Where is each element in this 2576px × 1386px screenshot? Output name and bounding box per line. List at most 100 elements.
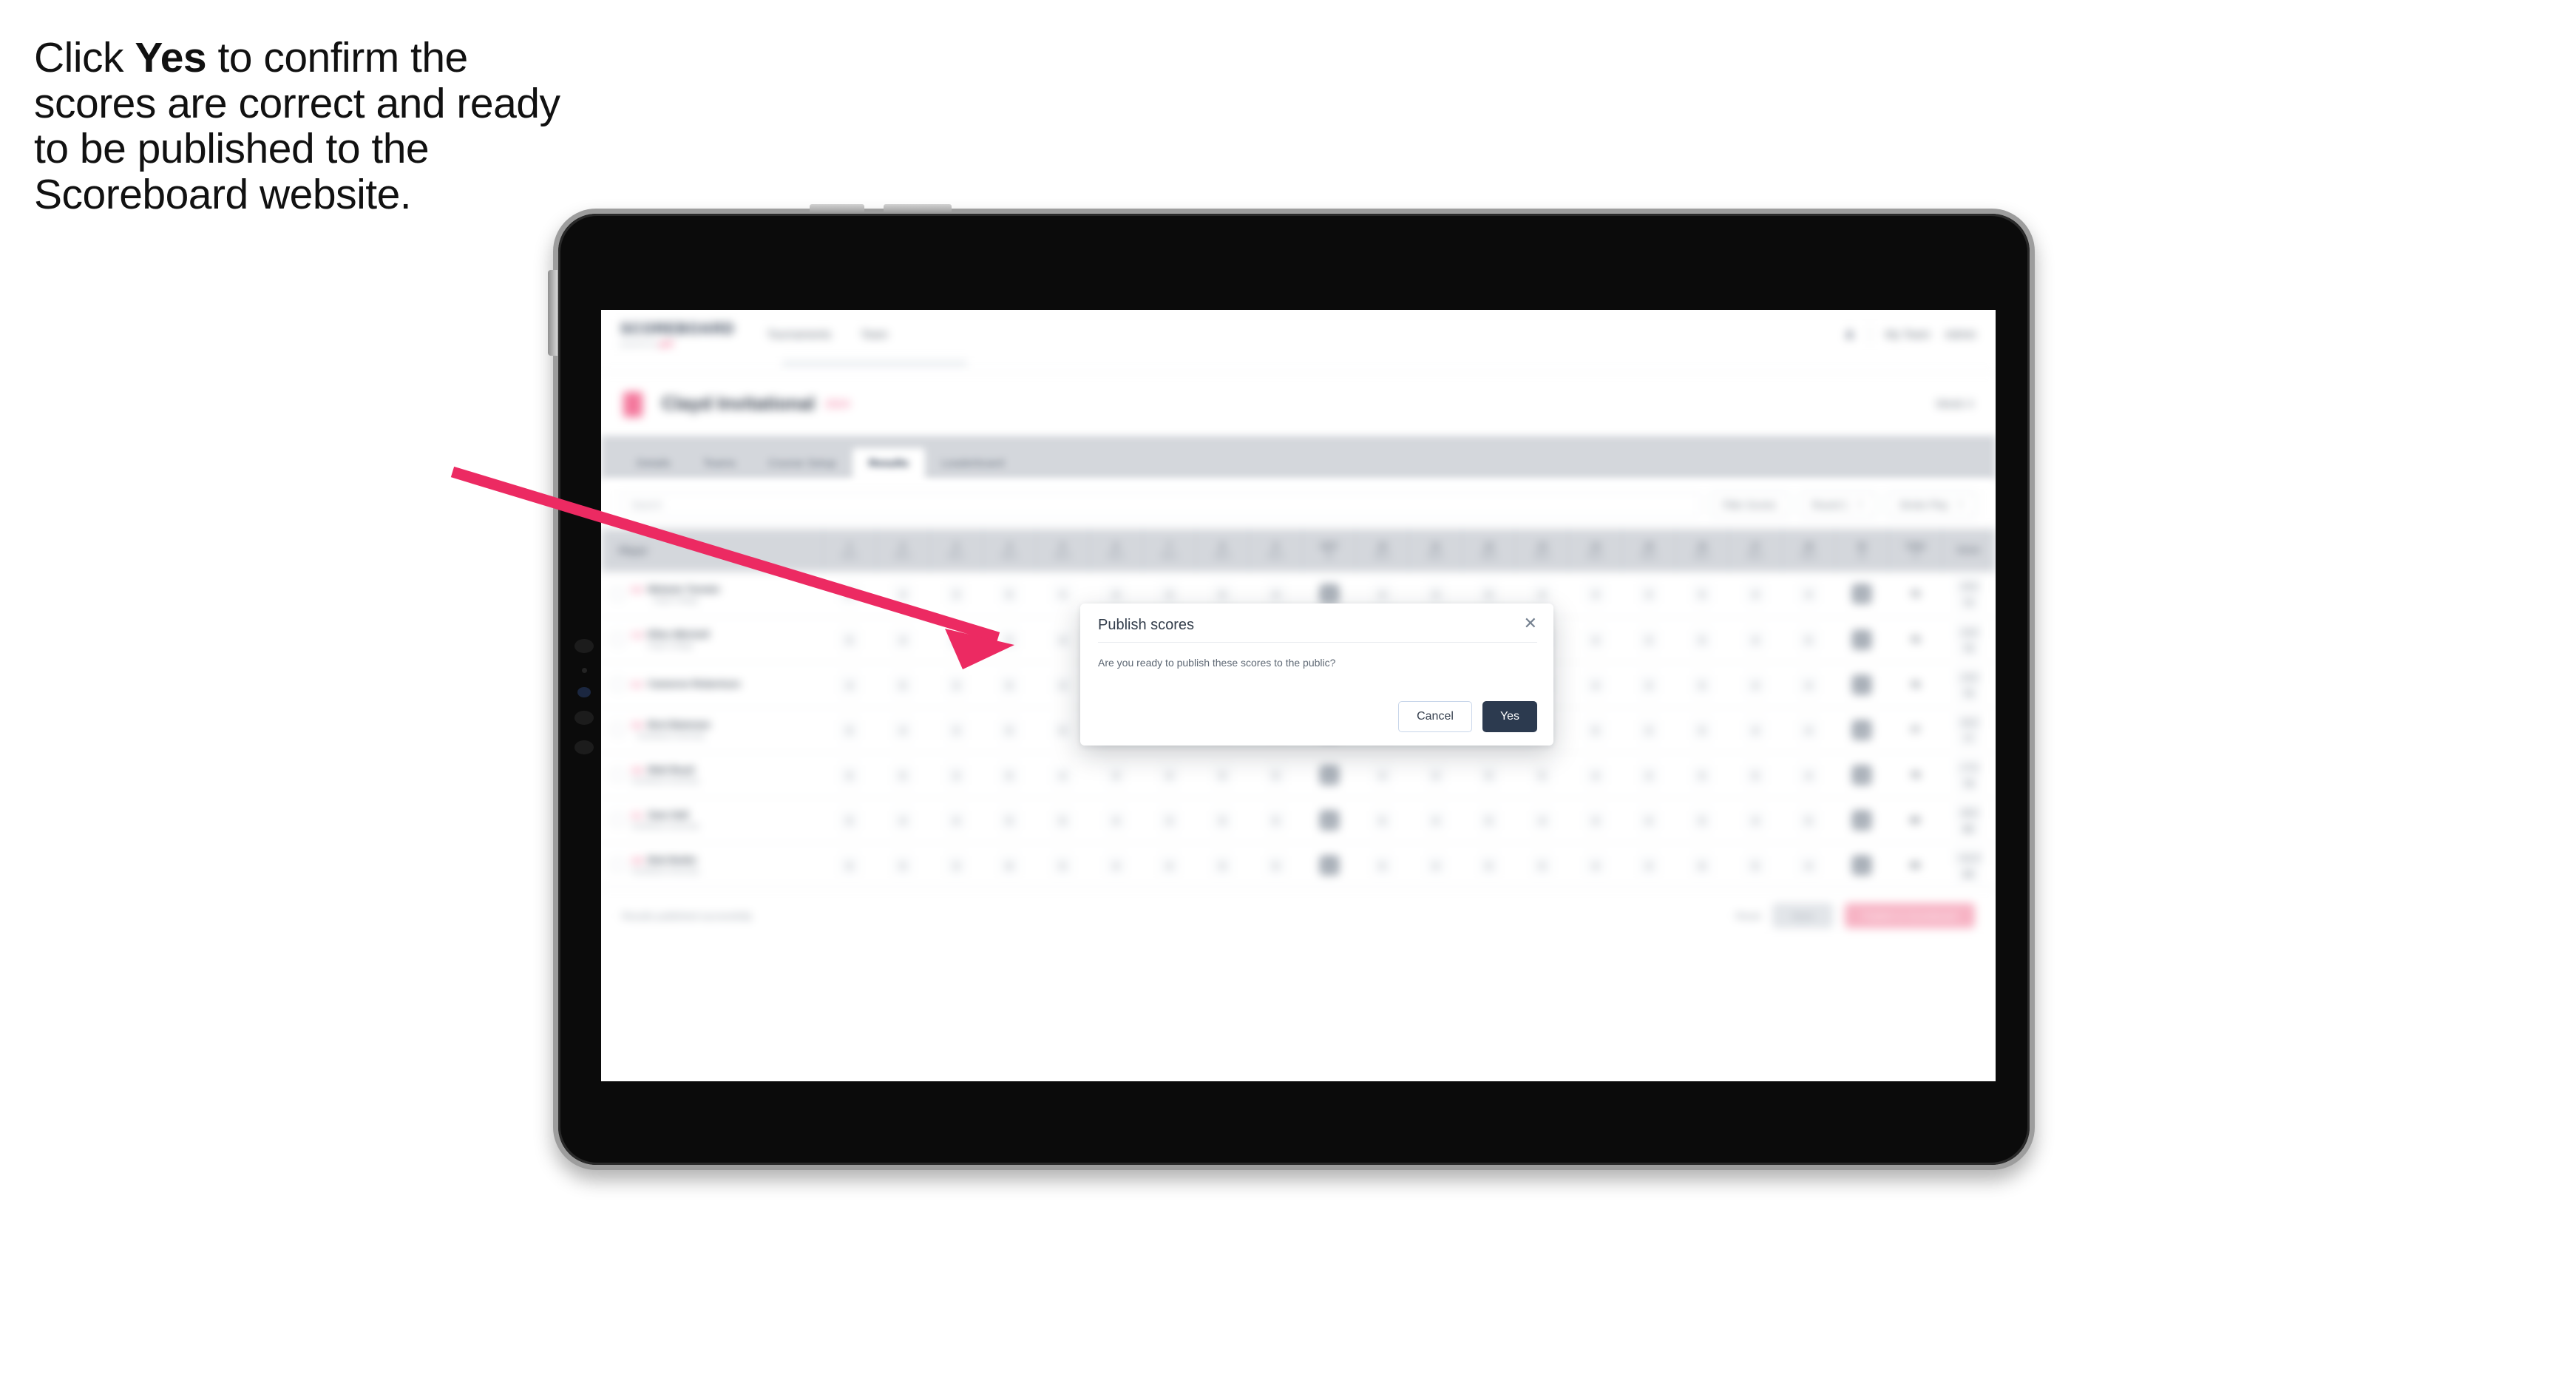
- score-cell-hole-7[interactable]: 4: [1142, 842, 1196, 888]
- row-checkbox[interactable]: [611, 859, 624, 871]
- score-cell-hole-17[interactable]: 4: [1729, 797, 1783, 843]
- score-cell-hole-6[interactable]: 4: [1089, 752, 1143, 798]
- score-cell-hole-3[interactable]: 4: [929, 797, 983, 843]
- row-checkbox[interactable]: [611, 678, 624, 691]
- score-cell-hole-17[interactable]: 4: [1729, 662, 1783, 708]
- power-button[interactable]: [548, 270, 557, 356]
- score-cell-hole-14[interactable]: 4: [1568, 662, 1622, 708]
- column-header-total[interactable]: Total 72: [1888, 529, 1942, 572]
- score-cell-hole-7[interactable]: 3: [1142, 797, 1196, 843]
- score-cell-hole-17[interactable]: 5: [1729, 842, 1783, 888]
- column-header-hole-18[interactable]: 18 Par 4: [1782, 529, 1836, 572]
- score-cell-hole-3[interactable]: 3: [929, 842, 983, 888]
- score-cell-hole-15[interactable]: 3: [1621, 842, 1675, 888]
- reset-link[interactable]: Reset: [1735, 910, 1760, 922]
- score-cell-hole-1[interactable]: 5: [823, 752, 877, 798]
- score-cell-hole-5[interactable]: 4: [1036, 752, 1090, 798]
- column-header-hole-16[interactable]: 16 Par 5: [1675, 529, 1729, 572]
- score-cell-hole-16[interactable]: 6: [1675, 842, 1729, 888]
- score-cell-in[interactable]: 39: [1835, 752, 1889, 798]
- score-cell-hole-11[interactable]: 4: [1409, 842, 1462, 888]
- score-cell-hole-13[interactable]: 5: [1515, 752, 1569, 798]
- score-cell-hole-18[interactable]: 4: [1782, 662, 1836, 708]
- score-cell-hole-6[interactable]: 4: [1089, 842, 1143, 888]
- tab-results[interactable]: Results: [852, 448, 925, 480]
- column-header-hole-9[interactable]: 9 Par 4: [1249, 529, 1304, 572]
- column-header-score[interactable]: Score: [1942, 529, 1996, 572]
- tab-teams[interactable]: Teams: [687, 448, 752, 480]
- bell-icon[interactable]: ♟: [1845, 327, 1855, 342]
- score-cell-hole-13[interactable]: 4: [1515, 797, 1569, 843]
- column-header-hole-4[interactable]: 4 Par 5: [983, 529, 1037, 572]
- column-header-hole-OUT[interactable]: OUT 36: [1302, 529, 1357, 572]
- score-cell-hole-7[interactable]: 4: [1142, 752, 1196, 798]
- score-cell-hole-5[interactable]: 5: [1036, 797, 1090, 843]
- column-header-hole-1[interactable]: 1 Par 4: [823, 529, 877, 572]
- score-cell-hole-1[interactable]: 5: [823, 617, 877, 663]
- score-cell-hole-18[interactable]: 4: [1782, 572, 1836, 618]
- score-cell-hole-4[interactable]: 5: [983, 797, 1037, 843]
- score-cell-hole-9[interactable]: 5: [1249, 797, 1303, 843]
- score-cell-hole-14[interactable]: 5: [1568, 707, 1622, 753]
- score-cell-hole-14[interactable]: 4: [1568, 797, 1622, 843]
- score-cell-hole-16[interactable]: 5: [1675, 617, 1729, 663]
- search-input[interactable]: Search: [620, 492, 1700, 517]
- score-cell-out[interactable]: 42: [1302, 842, 1356, 888]
- score-cell-hole-4[interactable]: 5: [983, 617, 1037, 663]
- score-cell-hole-9[interactable]: 5: [1249, 752, 1303, 798]
- score-cell-in[interactable]: 37: [1835, 617, 1889, 663]
- column-header-hole-12[interactable]: 12 Par 5: [1462, 529, 1516, 572]
- score-cell-hole-4[interactable]: 5: [983, 707, 1037, 753]
- column-header-hole-13[interactable]: 13 Par 4: [1515, 529, 1570, 572]
- score-cell-hole-2[interactable]: 4: [876, 707, 930, 753]
- column-header-hole-10[interactable]: 10 Par 4: [1355, 529, 1410, 572]
- score-cell-hole-16[interactable]: 5: [1675, 662, 1729, 708]
- score-cell-hole-15[interactable]: 3: [1621, 707, 1675, 753]
- score-cell-out[interactable]: 40: [1302, 797, 1356, 843]
- score-cell-hole-18[interactable]: 4: [1782, 842, 1836, 888]
- score-cell-hole-17[interactable]: 4: [1729, 707, 1783, 753]
- column-header-hole-3[interactable]: 3 Par 3: [929, 529, 983, 572]
- score-cell-hole-6[interactable]: 4: [1089, 797, 1143, 843]
- tab-leaderboard[interactable]: Leaderboard: [925, 448, 1020, 480]
- score-cell-in[interactable]: 40: [1835, 797, 1889, 843]
- column-header-hole-17[interactable]: 17 Par 4: [1729, 529, 1783, 572]
- score-cell-hole-16[interactable]: 5: [1675, 797, 1729, 843]
- row-checkbox[interactable]: [611, 633, 624, 646]
- score-cell-hole-18[interactable]: 5: [1782, 797, 1836, 843]
- score-cell-hole-16[interactable]: 5: [1675, 752, 1729, 798]
- tab-details[interactable]: Details: [620, 448, 687, 480]
- column-header-hole-7[interactable]: 7 Par 3: [1142, 529, 1196, 572]
- column-header-in[interactable]: IN 36: [1835, 529, 1889, 572]
- score-cell-hole-9[interactable]: 5: [1249, 842, 1303, 888]
- score-cell-hole-5[interactable]: 5: [1036, 842, 1090, 888]
- score-cell-hole-8[interactable]: 5: [1196, 797, 1250, 843]
- cancel-button[interactable]: Cancel: [1398, 701, 1472, 732]
- score-cell-hole-1[interactable]: 5: [823, 797, 877, 843]
- score-cell-hole-12[interactable]: 5: [1462, 752, 1516, 798]
- score-cell-hole-15[interactable]: 3: [1621, 752, 1675, 798]
- save-button[interactable]: Save: [1772, 903, 1834, 928]
- score-cell-hole-16[interactable]: 5: [1675, 572, 1729, 618]
- score-cell-hole-2[interactable]: 4: [876, 797, 930, 843]
- score-cell-hole-2[interactable]: 5: [876, 752, 930, 798]
- score-cell-hole-4[interactable]: 5: [983, 662, 1037, 708]
- score-cell-hole-13[interactable]: 5: [1515, 842, 1569, 888]
- score-cell-hole-8[interactable]: 5: [1196, 752, 1250, 798]
- row-checkbox[interactable]: [611, 814, 624, 826]
- score-cell-hole-4[interactable]: 5: [983, 752, 1037, 798]
- score-cell-in[interactable]: 36: [1835, 572, 1889, 618]
- score-cell-hole-4[interactable]: 5: [983, 572, 1037, 618]
- score-cell-hole-18[interactable]: 4: [1782, 707, 1836, 753]
- score-cell-hole-3[interactable]: 3: [929, 662, 983, 708]
- column-header-hole-14[interactable]: 14 Par 4: [1568, 529, 1623, 572]
- score-cell-hole-10[interactable]: 5: [1355, 797, 1409, 843]
- score-cell-hole-2[interactable]: 5: [876, 842, 930, 888]
- score-cell-hole-8[interactable]: 5: [1196, 842, 1250, 888]
- score-cell-hole-3[interactable]: 3: [929, 707, 983, 753]
- score-cell-hole-10[interactable]: 4: [1355, 752, 1409, 798]
- score-cell-in[interactable]: 38: [1835, 707, 1889, 753]
- nav-item-admin[interactable]: Admin: [1945, 328, 1976, 341]
- row-checkbox[interactable]: [611, 768, 624, 781]
- score-cell-in[interactable]: 37: [1835, 662, 1889, 708]
